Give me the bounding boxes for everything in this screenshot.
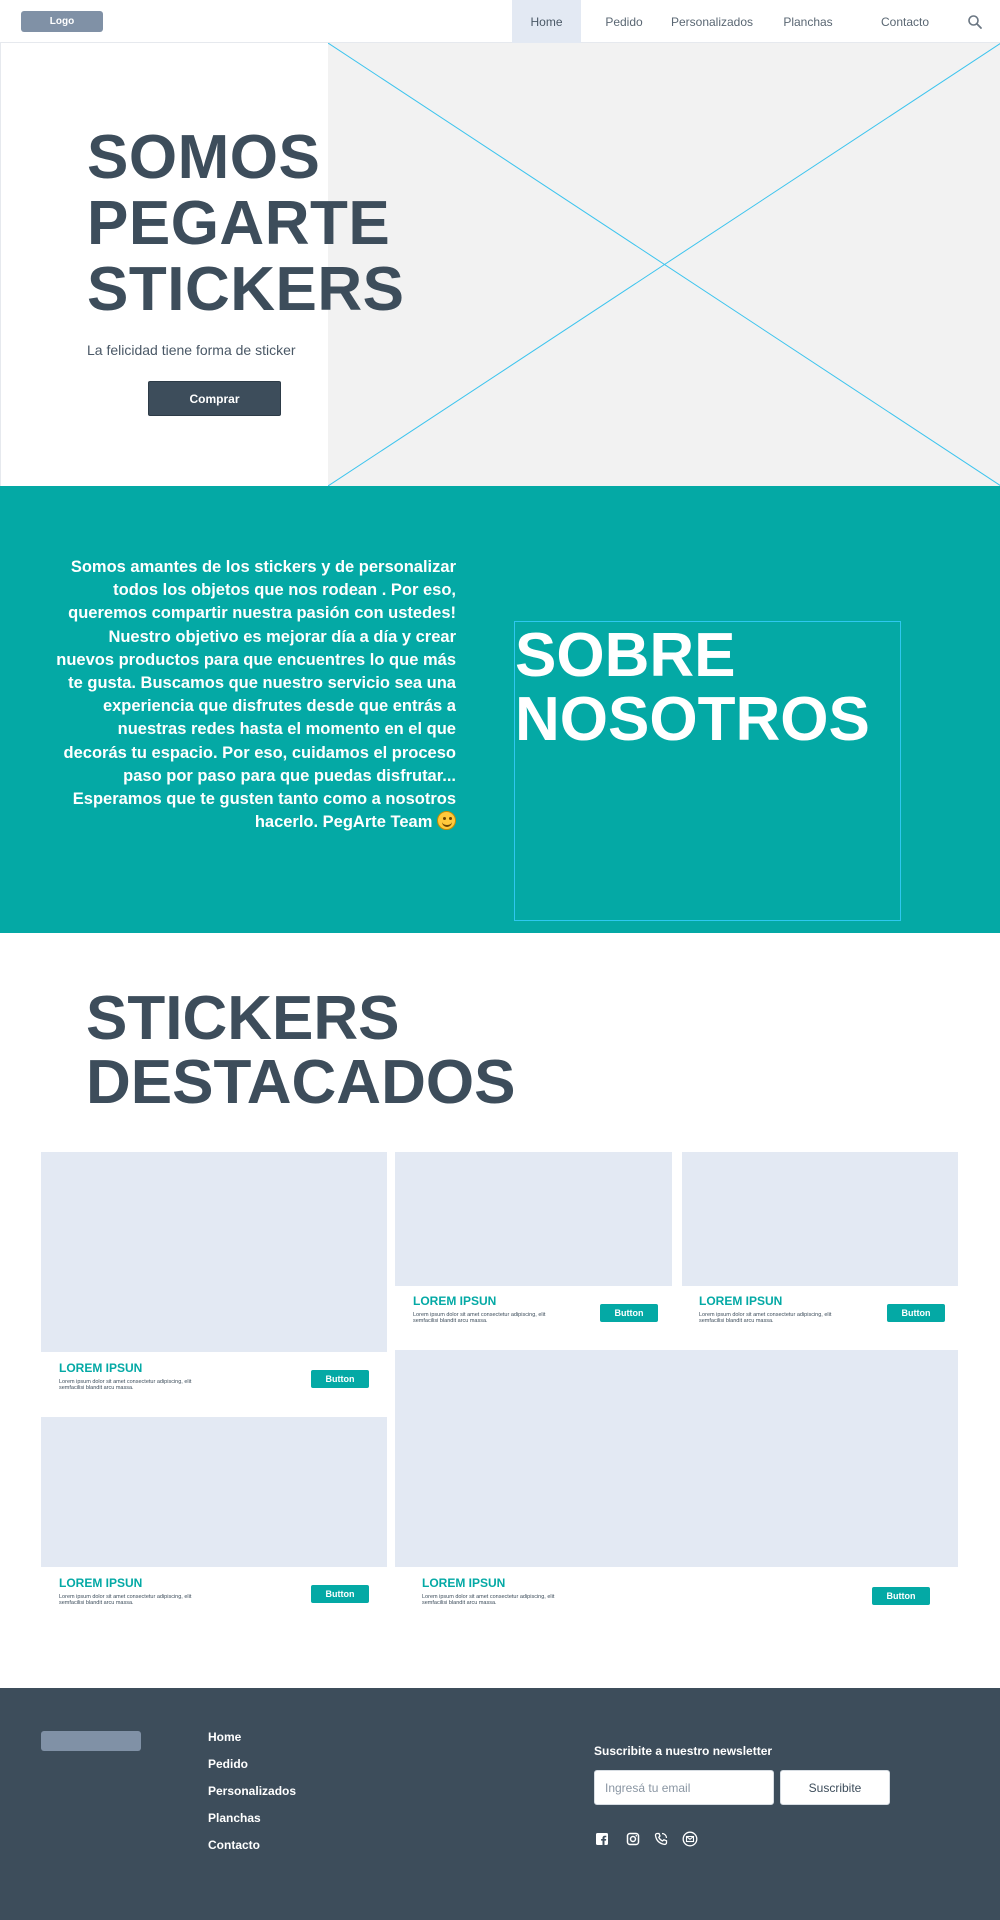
placeholder-cross — [328, 43, 1000, 486]
about-title-box: SOBRE NOSOTROS — [514, 621, 901, 921]
card-title: LOREM IPSUN — [59, 1576, 143, 1590]
product-image-placeholder — [41, 1417, 387, 1567]
card-description: Lorem ipsum dolor sit amet consectetur a… — [699, 1312, 832, 1324]
nav-item-home[interactable]: Home — [512, 0, 581, 43]
logo[interactable]: Logo — [21, 11, 103, 32]
card-button[interactable]: Button — [311, 1585, 369, 1603]
footer-link-personalizados[interactable]: Personalizados — [208, 1784, 296, 1798]
card-description: Lorem ipsum dolor sit amet consectetur a… — [422, 1594, 555, 1606]
subscribe-button[interactable]: Suscribite — [780, 1770, 890, 1805]
product-card: LOREM IPSUN Lorem ipsum dolor sit amet c… — [395, 1152, 672, 1348]
about-section: Somos amantes de los stickers y de perso… — [0, 486, 1000, 933]
card-button[interactable]: Button — [872, 1587, 930, 1605]
hero-title-line: SOMOS — [87, 123, 321, 192]
product-card: LOREM IPSUN Lorem ipsum dolor sit amet c… — [395, 1350, 958, 1625]
newsletter-label: Suscribite a nuestro newsletter — [594, 1744, 773, 1758]
hero-title-line: PEGARTE — [87, 189, 391, 258]
search-icon[interactable] — [966, 13, 984, 31]
nav-item-contacto[interactable]: Contacto — [868, 0, 942, 43]
card-title: LOREM IPSUN — [699, 1294, 783, 1308]
about-paragraph: Somos amantes de los stickers y de perso… — [56, 558, 456, 832]
card-title: LOREM IPSUN — [422, 1576, 506, 1590]
card-button[interactable]: Button — [600, 1304, 658, 1322]
footer-link-contacto[interactable]: Contacto — [208, 1838, 260, 1852]
footer-link-pedido[interactable]: Pedido — [208, 1757, 248, 1771]
card-button[interactable]: Button — [887, 1304, 945, 1322]
featured-title-line: DESTACADOS — [86, 1048, 516, 1117]
about-title-line: NOSOTROS — [515, 685, 870, 754]
smiley-icon — [437, 811, 456, 831]
nav-item-pedido[interactable]: Pedido — [594, 0, 654, 43]
product-card: LOREM IPSUN Lorem ipsum dolor sit amet c… — [41, 1152, 387, 1415]
hero-title-line: STICKERS — [87, 255, 405, 324]
card-button[interactable]: Button — [311, 1370, 369, 1388]
whatsapp-icon[interactable] — [653, 1831, 669, 1847]
featured-title-line: STICKERS — [86, 984, 400, 1053]
buy-button[interactable]: Comprar — [148, 381, 281, 416]
about-title-line: SOBRE — [515, 621, 736, 690]
about-text: Somos amantes de los stickers y de perso… — [50, 556, 456, 834]
footer-logo[interactable] — [41, 1731, 141, 1751]
about-title: SOBRE NOSOTROS — [515, 624, 870, 752]
card-description: Lorem ipsum dolor sit amet consectetur a… — [59, 1594, 192, 1606]
product-card: LOREM IPSUN Lorem ipsum dolor sit amet c… — [682, 1152, 958, 1348]
footer: Home Pedido Personalizados Planchas Cont… — [0, 1688, 1000, 1920]
facebook-icon[interactable] — [594, 1831, 610, 1847]
card-title: LOREM IPSUN — [413, 1294, 497, 1308]
product-image-placeholder — [41, 1152, 387, 1352]
product-image-placeholder — [395, 1152, 672, 1286]
featured-title: STICKERS DESTACADOS — [86, 987, 515, 1115]
email-icon[interactable] — [682, 1831, 698, 1847]
top-nav: Logo Home Pedido Personalizados Planchas… — [0, 0, 1000, 43]
hero-section: SOMOS PEGARTE STICKERS La felicidad tien… — [0, 43, 1000, 486]
hero-image-placeholder — [328, 43, 1000, 486]
footer-link-planchas[interactable]: Planchas — [208, 1811, 261, 1825]
product-image-placeholder — [395, 1350, 958, 1567]
nav-item-planchas[interactable]: Planchas — [773, 0, 843, 43]
product-card: LOREM IPSUN Lorem ipsum dolor sit amet c… — [41, 1417, 387, 1624]
instagram-icon[interactable] — [625, 1831, 641, 1847]
nav-item-personalizados[interactable]: Personalizados — [664, 0, 760, 43]
card-title: LOREM IPSUN — [59, 1361, 143, 1375]
card-description: Lorem ipsum dolor sit amet consectetur a… — [413, 1312, 546, 1324]
card-description: Lorem ipsum dolor sit amet consectetur a… — [59, 1379, 192, 1391]
hero-subtitle: La felicidad tiene forma de sticker — [87, 342, 296, 358]
email-field[interactable] — [594, 1770, 774, 1805]
footer-link-home[interactable]: Home — [208, 1730, 241, 1744]
hero-title: SOMOS PEGARTE STICKERS — [87, 125, 404, 323]
product-image-placeholder — [682, 1152, 958, 1286]
